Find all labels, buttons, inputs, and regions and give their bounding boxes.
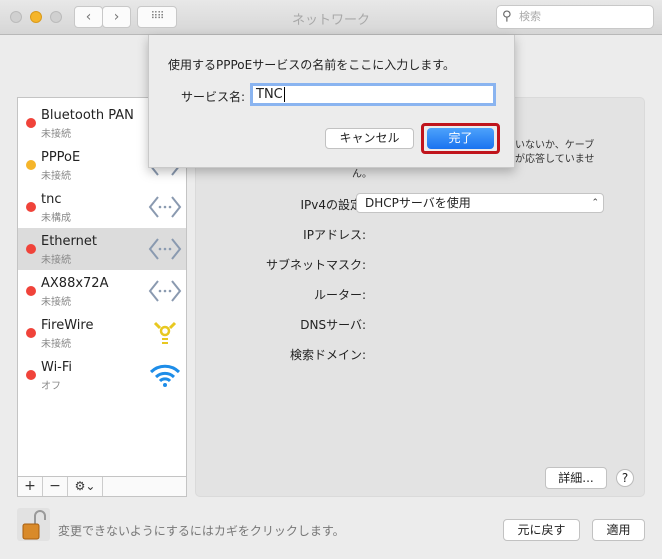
- firewire-icon: [148, 320, 182, 346]
- ethernet-icon: [148, 236, 182, 262]
- status-text-fragment: いないか、ケーブ: [515, 140, 595, 151]
- lock-button[interactable]: [17, 508, 50, 541]
- service-item[interactable]: FireWire 未接続: [18, 312, 186, 354]
- service-name: Wi-Fi: [41, 360, 73, 375]
- lock-hint: 変更できないようにするにはカギをクリックします。: [58, 524, 345, 538]
- wifi-icon: [148, 362, 182, 388]
- service-status: オフ: [41, 381, 61, 392]
- gear-menu-button[interactable]: ⚙⌄: [68, 477, 103, 496]
- ipv4-select[interactable]: DHCPサーバを使用 ⌃: [356, 193, 604, 213]
- service-name: tnc: [41, 192, 62, 207]
- status-dot: [26, 328, 36, 338]
- status-dot: [26, 286, 36, 296]
- service-name: PPPoE: [41, 150, 81, 165]
- service-item[interactable]: tnc 未構成: [18, 186, 186, 228]
- apply-button[interactable]: 適用: [592, 519, 645, 541]
- ethernet-icon: [148, 194, 182, 220]
- service-status: 未接続: [41, 297, 71, 308]
- search-domain-label: 検索ドメイン:: [289, 348, 366, 362]
- service-item[interactable]: Wi-Fi オフ: [18, 354, 186, 396]
- search-input[interactable]: ⚲ 検索: [496, 5, 654, 29]
- advanced-button[interactable]: 詳細...: [545, 467, 607, 489]
- status-dot: [26, 118, 36, 128]
- service-item[interactable]: Ethernet 未接続: [18, 228, 186, 270]
- service-name: Ethernet: [41, 234, 97, 249]
- service-status: 未接続: [41, 171, 71, 182]
- ethernet-icon: [148, 278, 182, 304]
- service-name: AX88x72A: [41, 276, 109, 291]
- ipv4-value: DHCPサーバを使用: [365, 196, 471, 210]
- text-cursor: [283, 87, 285, 102]
- remove-service-button[interactable]: −: [43, 477, 68, 496]
- title-bar: ‹ › ⠿⠿ ネットワーク ⚲ 検索: [0, 0, 662, 35]
- ipv4-label: IPv4の設定:: [300, 198, 366, 212]
- search-icon: ⚲: [502, 9, 512, 24]
- service-list-toolbar: + − ⚙⌄: [18, 476, 186, 496]
- dns-label: DNSサーバ:: [300, 318, 366, 332]
- revert-button[interactable]: 元に戻す: [503, 519, 580, 541]
- cancel-button[interactable]: キャンセル: [325, 128, 414, 149]
- updown-chevron-icon: ⌃: [591, 198, 599, 208]
- done-button[interactable]: 完了: [427, 128, 494, 149]
- status-dot: [26, 244, 36, 254]
- status-dot: [26, 160, 36, 170]
- subnet-label: サブネットマスク:: [265, 258, 366, 272]
- sheet-message: 使用するPPPoEサービスの名前をここに入力します。: [168, 58, 456, 72]
- add-service-button[interactable]: +: [18, 477, 43, 496]
- lock-open-icon: [22, 510, 46, 540]
- help-button[interactable]: ?: [616, 469, 634, 487]
- service-name: FireWire: [41, 318, 94, 333]
- service-name-value: TNC: [256, 87, 283, 102]
- status-dot: [26, 370, 36, 380]
- service-name: Bluetooth PAN: [41, 108, 134, 123]
- service-status: 未接続: [41, 255, 71, 266]
- service-status: 未接続: [41, 339, 71, 350]
- service-status: 未接続: [41, 129, 71, 140]
- service-name-input[interactable]: TNC: [250, 83, 496, 106]
- status-text-fragment: が応答していませ: [515, 154, 595, 165]
- search-placeholder: 検索: [519, 10, 541, 23]
- highlight-box: 完了: [421, 123, 500, 154]
- router-label: ルーター:: [313, 288, 366, 302]
- service-item[interactable]: AX88x72A 未接続: [18, 270, 186, 312]
- service-name-label: サービス名:: [181, 90, 246, 104]
- service-name-sheet: 使用するPPPoEサービスの名前をここに入力します。 サービス名: TNC キャ…: [148, 35, 515, 168]
- service-status: 未構成: [41, 213, 71, 224]
- ip-address-label: IPアドレス:: [303, 228, 366, 242]
- status-dot: [26, 202, 36, 212]
